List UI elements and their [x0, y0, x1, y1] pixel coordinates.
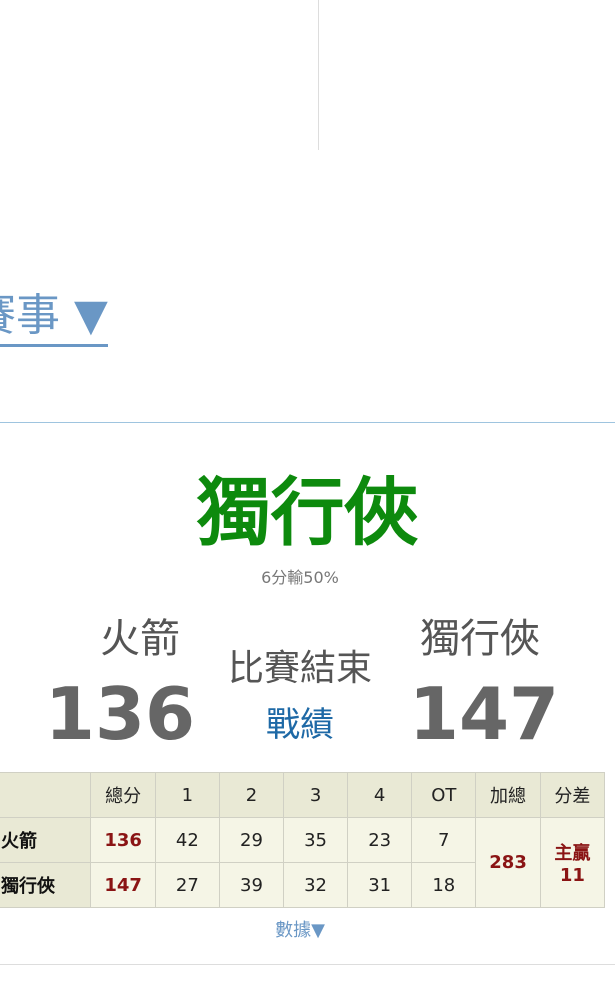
column-divider: [318, 0, 319, 150]
row-q3: 32: [283, 862, 349, 908]
row-total: 147: [90, 862, 156, 908]
row-q4: 23: [347, 817, 413, 863]
header-sum: 加總: [475, 772, 541, 818]
diff-label: 主贏: [554, 843, 591, 864]
box-score-table: 總分 1 2 3 4 OT 加總 分差 火箭 136 42 29 35 23 7…: [0, 772, 606, 908]
header-q4: 4: [347, 772, 413, 818]
game-status: 比賽結束: [227, 648, 372, 689]
header-q3: 3: [283, 772, 349, 818]
away-team-name: 獨行俠: [420, 616, 540, 662]
bottom-divider: [0, 964, 615, 965]
record-link[interactable]: 戰績: [220, 702, 380, 748]
winner-title: 獨行俠: [196, 470, 419, 556]
row-team: 獨行俠: [0, 862, 92, 908]
row-q1: 27: [154, 862, 220, 908]
row-total: 136: [90, 817, 156, 863]
event-dropdown-link[interactable]: 賽事 ▼: [0, 290, 108, 347]
odds-text: 6分輸50%: [261, 568, 339, 587]
diff-value: 11: [559, 865, 585, 886]
stats-expand-link[interactable]: 數據▼: [220, 916, 380, 942]
home-score: 136: [44, 672, 196, 756]
sum-cell: 283: [475, 817, 541, 908]
row-q2: 29: [218, 817, 285, 863]
header-q1: 1: [154, 772, 220, 818]
row-ot: 18: [411, 862, 477, 908]
header-total: 總分: [90, 772, 156, 818]
section-divider: [0, 422, 615, 423]
header-diff: 分差: [539, 772, 606, 818]
header-q2: 2: [218, 772, 285, 818]
table-row: 火箭 136 42 29 35 23 7 283 主贏 11: [0, 817, 606, 908]
diff-cell: 主贏 11: [539, 817, 606, 908]
row-ot: 7: [411, 817, 477, 863]
row-team: 火箭: [0, 817, 92, 863]
row-q4: 31: [347, 862, 413, 908]
header-team: [0, 772, 92, 818]
away-score: 147: [408, 672, 560, 756]
row-q3: 35: [283, 817, 349, 863]
header-ot: OT: [411, 772, 477, 818]
row-q2: 39: [218, 862, 285, 908]
row-q1: 42: [154, 817, 220, 863]
home-team-name: 火箭: [100, 616, 180, 662]
table-header-row: 總分 1 2 3 4 OT 加總 分差: [0, 772, 606, 818]
